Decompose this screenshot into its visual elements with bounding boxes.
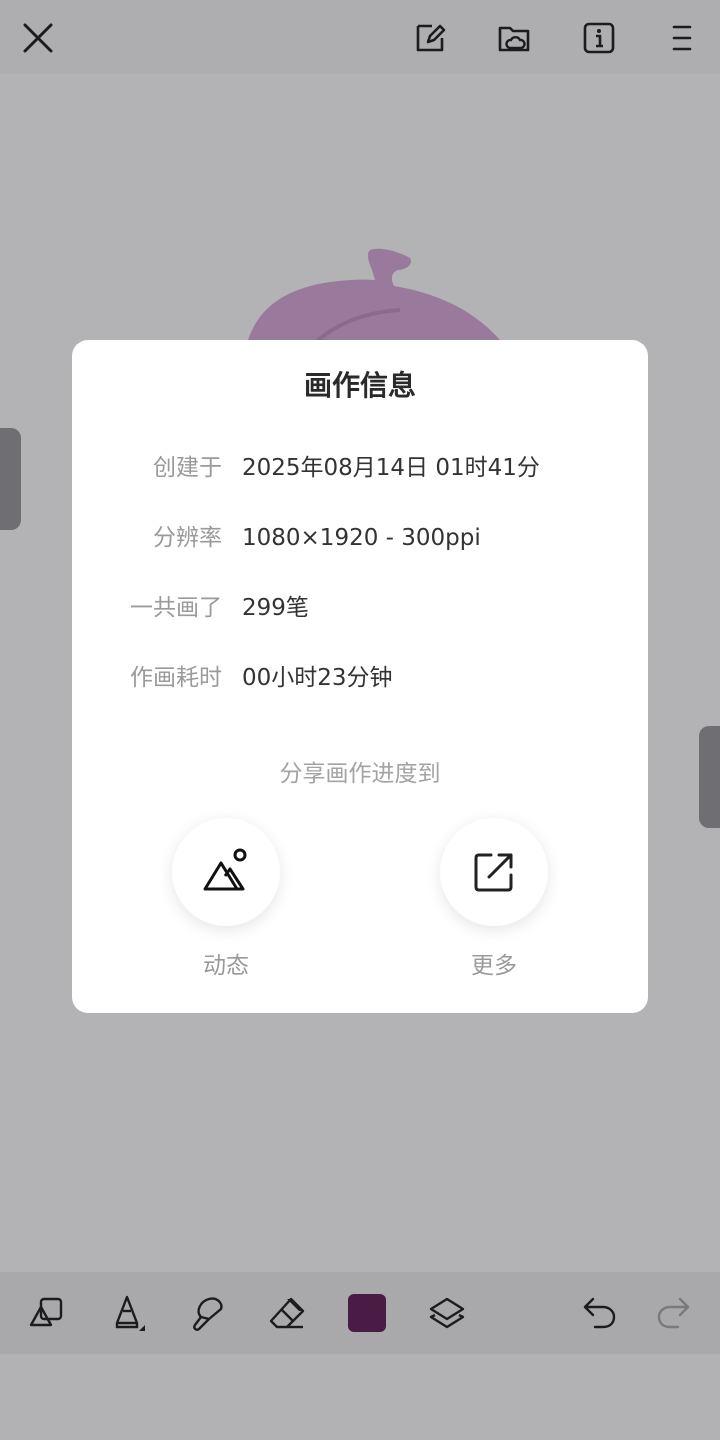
share-option-label: 动态 (203, 953, 249, 979)
menu-button[interactable] (658, 14, 706, 62)
undo-icon (583, 1297, 616, 1329)
bottom-spacer (0, 1354, 720, 1440)
smudge-tool[interactable] (183, 1289, 231, 1337)
redo-icon (657, 1297, 690, 1329)
mountain-sun-icon (203, 848, 247, 891)
close-icon (23, 23, 53, 53)
info-value: 1080×1920 - 300ppi (242, 525, 481, 551)
info-row-resolution: 分辨率 1080×1920 - 300ppi (72, 518, 648, 558)
eraser-tool[interactable] (263, 1289, 311, 1337)
layers-tool[interactable] (423, 1289, 471, 1337)
bottom-toolbar (0, 1272, 720, 1354)
shapes-icon (29, 1297, 63, 1327)
canvas-edit-button[interactable] (406, 14, 454, 62)
close-button[interactable] (14, 14, 62, 62)
pencil-icon (115, 1295, 145, 1331)
info-value: 299笔 (242, 595, 309, 621)
share-section-title: 分享画作进度到 (279, 761, 441, 787)
layers-icon (429, 1297, 465, 1329)
info-value: 2025年08月14日 01时41分 (242, 455, 540, 481)
info-label: 分辨率 (153, 525, 222, 551)
smudge-icon (193, 1297, 223, 1331)
drawing-screen: 画作信息 创建于 2025年08月14日 01时41分 分辨率 1080×192… (0, 0, 720, 1440)
shapes-tool[interactable] (23, 1289, 71, 1337)
cloud-folder-button[interactable] (490, 14, 538, 62)
share-to-feed-button[interactable] (172, 818, 280, 926)
undo-button[interactable] (575, 1289, 623, 1337)
external-share-icon (474, 853, 513, 892)
redo-button[interactable] (650, 1289, 698, 1337)
dialog-title: 画作信息 (303, 369, 416, 402)
info-row-strokes: 一共画了 299笔 (72, 588, 648, 628)
eraser-icon (269, 1297, 305, 1329)
color-picker-button[interactable] (343, 1289, 391, 1337)
info-value: 00小时23分钟 (242, 665, 393, 691)
info-button[interactable] (575, 14, 623, 62)
info-row-created: 创建于 2025年08月14日 01时41分 (72, 448, 648, 488)
left-size-slider[interactable] (0, 428, 21, 530)
cloud-folder-icon (498, 26, 530, 52)
edit-canvas-icon (416, 24, 446, 52)
right-opacity-slider[interactable] (699, 726, 720, 828)
info-label: 作画耗时 (130, 665, 222, 691)
top-toolbar (0, 0, 720, 74)
share-more-button[interactable] (440, 818, 548, 926)
info-label: 创建于 (153, 455, 222, 481)
artwork-info-dialog: 画作信息 创建于 2025年08月14日 01时41分 分辨率 1080×192… (72, 340, 648, 1013)
info-label: 一共画了 (130, 595, 222, 621)
pencil-tool[interactable] (103, 1289, 151, 1337)
menu-icon (672, 25, 692, 51)
current-color-swatch (348, 1294, 386, 1332)
share-option-label: 更多 (471, 953, 517, 979)
info-icon (583, 22, 615, 54)
info-row-duration: 作画耗时 00小时23分钟 (72, 658, 648, 698)
